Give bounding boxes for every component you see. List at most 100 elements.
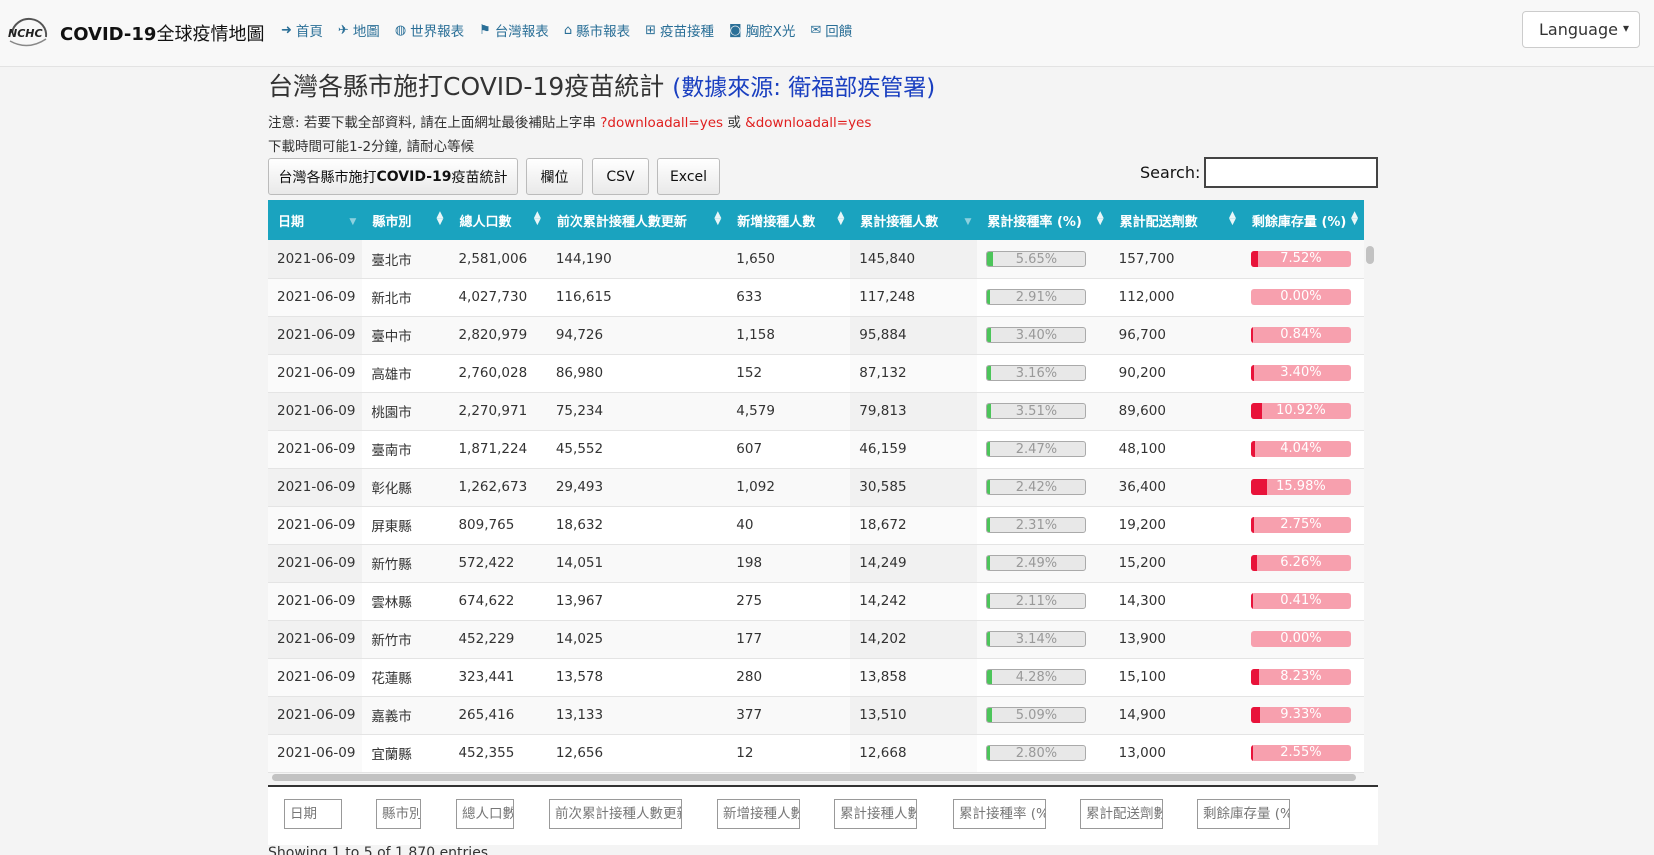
nav-taiwan-report[interactable]: ⚑ 台灣報表	[479, 20, 549, 41]
nav-label: 首頁	[295, 24, 323, 40]
cell-rate: 2.42%	[977, 468, 1110, 507]
cell-county: 新北市	[362, 278, 450, 317]
bar-label: 10.92%	[1276, 403, 1326, 418]
csv-button[interactable]: CSV	[592, 158, 649, 195]
cell-prev-total: 29,493	[546, 468, 728, 507]
column-header-date[interactable]: 日期 ▼	[268, 200, 363, 240]
vertical-scrollbar[interactable]	[1366, 243, 1375, 837]
column-header-rate[interactable]: 累計接種率 (%) ▲ ▼	[977, 200, 1110, 240]
bar-label: 3.40%	[1280, 365, 1322, 380]
brand[interactable]: NCHC COVID-19全球疫情地圖	[6, 10, 264, 56]
table-row[interactable]: 2021-06-09 宜蘭縣 452,355 12,656 12 12,668 2.80% 1…	[268, 734, 1364, 773]
cell-new: 12	[727, 734, 851, 773]
nav-world-report[interactable]: ◍ 世界報表	[394, 20, 464, 41]
cell-county: 屏東縣	[362, 506, 450, 545]
column-header-population[interactable]: 總人口數 ▲ ▼	[449, 200, 547, 240]
column-header-label: 縣市別	[372, 214, 412, 230]
cell-stock: 0.00%	[1241, 278, 1364, 317]
btn-text: 疫苗統計	[451, 169, 508, 186]
table-row[interactable]: 2021-06-09 彰化縣 1,262,673 29,493 1,092 30,585 2…	[268, 468, 1364, 507]
nav-feedback[interactable]: ✉ 回饋	[810, 20, 852, 41]
data-source: (數據來源: 衛福部疾管署)	[672, 75, 936, 101]
search-input[interactable]	[1204, 157, 1378, 188]
column-header-label: 新增接種人數	[737, 214, 816, 230]
cell-stock: 3.40%	[1241, 354, 1364, 393]
table-row[interactable]: 2021-06-09 花蓮縣 323,441 13,578 280 13,858 4.28%…	[268, 658, 1364, 697]
table-row[interactable]: 2021-06-09 雲林縣 674,622 13,967 275 14,242 2.11%…	[268, 582, 1364, 621]
filter-input-total[interactable]: 累計接種人數	[834, 799, 917, 829]
filter-input-date[interactable]: 日期	[284, 799, 342, 829]
language-select[interactable]: Language ▾	[1522, 11, 1640, 48]
column-header-total[interactable]: 累計接種人數 ▼	[850, 200, 978, 240]
table-row[interactable]: 2021-06-09 臺北市 2,581,006 144,190 1,650 145,84…	[268, 240, 1364, 279]
cell-date: 2021-06-09	[268, 734, 363, 773]
column-header-label: 總人口數	[459, 214, 512, 230]
globe-icon: ◍	[394, 22, 407, 38]
column-header-stock[interactable]: 剩餘庫存量 (%) ▲ ▼	[1241, 200, 1364, 240]
cell-delivered: 13,900	[1109, 620, 1242, 659]
filter-input-new[interactable]: 新增接種人數	[717, 799, 800, 829]
column-visibility-button[interactable]: 欄位	[526, 158, 583, 195]
bar-label: 5.09%	[1015, 708, 1058, 723]
bar-label: 2.11%	[1015, 594, 1058, 609]
vertical-scrollbar-thumb[interactable]	[1366, 246, 1374, 264]
nav-county-report[interactable]: ⌂ 縣市報表	[564, 20, 630, 41]
column-header-label: 剩餘庫存量 (%)	[1251, 214, 1347, 230]
table-row[interactable]: 2021-06-09 高雄市 2,760,028 86,980 152 87,132 3.1…	[268, 354, 1364, 393]
table-row[interactable]: 2021-06-09 桃園市 2,270,971 75,234 4,579 79,813 3…	[268, 392, 1364, 431]
cell-population: 4,027,730	[449, 278, 547, 317]
cell-delivered: 96,700	[1109, 316, 1242, 355]
bar-label: 0.00%	[1280, 289, 1322, 304]
stock-level-bar: 15.98%	[1250, 479, 1351, 495]
nav-map[interactable]: ✈ 地圖	[338, 20, 380, 41]
column-header-new[interactable]: 新增接種人數 ▲ ▼	[727, 200, 851, 240]
cell-delivered: 15,100	[1109, 658, 1242, 697]
cell-rate: 3.14%	[977, 620, 1110, 659]
table-title-button[interactable]: 台灣各縣市施打 COVID-19 疫苗統計	[268, 158, 518, 195]
filter-input-delivered[interactable]: 累計配送劑數	[1080, 799, 1163, 829]
cell-new: 633	[727, 278, 851, 317]
cell-total: 145,840	[850, 240, 978, 279]
stock-level-bar: 8.23%	[1250, 669, 1351, 685]
cell-county: 新竹市	[362, 620, 450, 659]
stock-level-bar: 7.52%	[1250, 250, 1351, 267]
cell-total: 95,884	[850, 316, 978, 355]
filter-input-county[interactable]: 縣市別	[376, 799, 421, 829]
nav-chest-xray[interactable]: ◙ 胸腔X光	[729, 20, 795, 41]
nav-vaccination[interactable]: ⊞ 疫苗接種	[645, 20, 714, 41]
table-row[interactable]: 2021-06-09 臺中市 2,820,979 94,726 1,158 95,884 3…	[268, 316, 1364, 355]
column-header-county[interactable]: 縣市別 ▲ ▼	[362, 200, 450, 240]
nav-label: 地圖	[352, 24, 380, 40]
cell-rate: 5.65%	[977, 240, 1110, 279]
bar-label: 0.41%	[1280, 593, 1322, 608]
horizontal-scrollbar-thumb[interactable]	[272, 774, 1356, 781]
nav-menu: ➜ 首頁 ✈ 地圖 ◍ 世界報表 ⚑ 台灣報表 ⌂ 縣市報表 ⊞ 疫苗接種 ◙ 胸腔X光 ✉ 回…	[281, 20, 852, 41]
table-row[interactable]: 2021-06-09 屏東縣 809,765 18,632 40 18,672 2.31% 1…	[268, 506, 1364, 545]
column-header-prev-total[interactable]: 前次累計接種人數更新 ▲ ▼	[546, 200, 728, 240]
cell-total: 30,585	[850, 468, 978, 507]
stock-level-bar: 9.33%	[1250, 707, 1351, 723]
horizontal-scrollbar[interactable]	[268, 772, 1364, 782]
table-row[interactable]: 2021-06-09 嘉義市 265,416 13,133 377 13,510 5.09%…	[268, 696, 1364, 735]
column-header-delivered[interactable]: 累計配送劑數 ▲ ▼	[1109, 200, 1242, 240]
table-row[interactable]: 2021-06-09 新北市 4,027,730 116,615 633 117,248 2…	[268, 278, 1364, 317]
cell-stock: 0.00%	[1241, 620, 1364, 659]
filter-input-prev-total[interactable]: 前次累計接種人數更新	[549, 799, 682, 829]
table-row[interactable]: 2021-06-09 臺南市 1,871,224 45,552 607 46,159 2.4…	[268, 430, 1364, 469]
cell-delivered: 15,200	[1109, 544, 1242, 583]
filter-input-rate[interactable]: 累計接種率 (%)	[953, 799, 1046, 829]
search-label: Search:	[1140, 163, 1201, 182]
cell-stock: 6.26%	[1241, 544, 1364, 583]
table-row[interactable]: 2021-06-09 新竹市 452,229 14,025 177 14,202 3.14%…	[268, 620, 1364, 659]
filter-input-stock[interactable]: 剩餘庫存量 (%)	[1197, 799, 1290, 829]
excel-button[interactable]: Excel	[657, 158, 720, 195]
cell-county: 高雄市	[362, 354, 450, 393]
filter-input-population[interactable]: 總人口數	[456, 799, 514, 829]
cell-total: 117,248	[850, 278, 978, 317]
nav-home[interactable]: ➜ 首頁	[281, 20, 323, 41]
cell-population: 2,581,006	[449, 240, 547, 279]
sort-icon: ▲ ▼	[714, 210, 722, 227]
cell-date: 2021-06-09	[268, 696, 363, 735]
table-row[interactable]: 2021-06-09 新竹縣 572,422 14,051 198 14,249 2.49%…	[268, 544, 1364, 583]
vaccination-table: 日期 ▼ 縣市別 ▲ ▼ 總人口數 ▲ ▼ 前次累計接種人數更新 ▲ ▼ 新增接種人數 ▲ ▼ 累計接種人數…	[268, 200, 1364, 773]
